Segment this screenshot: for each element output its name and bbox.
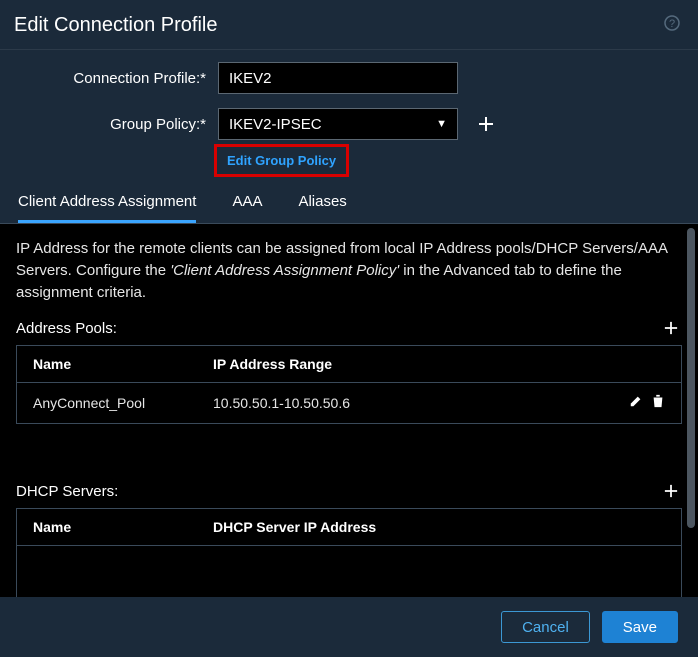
group-policy-row: Group Policy:* IKEV2-IPSEC ▼ [18,108,680,140]
dhcp-servers-table: Name DHCP Server IP Address [16,508,682,597]
connection-profile-input[interactable] [218,62,458,94]
pool-range: 10.50.50.1-10.50.50.6 [213,395,629,411]
svg-text:?: ? [669,18,675,30]
address-pools-label: Address Pools: [16,320,117,337]
dhcp-servers-label: DHCP Servers: [16,483,118,500]
desc-italic: 'Client Address Assignment Policy' [170,262,399,279]
table-row: AnyConnect_Pool 10.50.50.1-10.50.50.6 [17,383,681,423]
th-name: Name [17,346,197,382]
save-button[interactable]: Save [602,611,678,643]
tab-content: IP Address for the remote clients can be… [0,223,698,597]
add-dhcp-server-button[interactable] [660,480,682,502]
delete-icon[interactable] [651,394,665,412]
edit-group-policy-wrap: Edit Group Policy [18,144,680,177]
group-policy-select[interactable]: IKEV2-IPSEC ▼ [218,108,458,140]
th-dhcp-name: Name [17,509,197,545]
description-text: IP Address for the remote clients can be… [16,238,682,303]
group-policy-value: IKEV2-IPSEC [229,116,322,133]
pool-name: AnyConnect_Pool [33,395,213,411]
cancel-button[interactable]: Cancel [501,611,590,643]
tab-aliases[interactable]: Aliases [298,185,346,223]
dialog-header: Edit Connection Profile ? [0,0,698,50]
dialog-footer: Cancel Save [0,597,698,657]
dhcp-thead: Name DHCP Server IP Address [17,509,681,546]
address-pools-header: Address Pools: [16,317,682,339]
th-range: IP Address Range [197,346,681,382]
edit-connection-profile-dialog: Edit Connection Profile ? Connection Pro… [0,0,698,657]
tab-aaa[interactable]: AAA [232,185,262,223]
scrollbar[interactable] [687,228,695,528]
address-pools-thead: Name IP Address Range [17,346,681,383]
dialog-title: Edit Connection Profile [14,14,217,37]
address-pools-table: Name IP Address Range AnyConnect_Pool 10… [16,345,682,424]
add-address-pool-button[interactable] [660,317,682,339]
row-actions [629,394,665,412]
group-policy-label: Group Policy:* [18,116,218,133]
form-area: Connection Profile:* Group Policy:* IKEV… [0,50,698,179]
tab-bar: Client Address Assignment AAA Aliases [0,185,698,223]
th-dhcp-ip: DHCP Server IP Address [197,509,681,545]
tab-client-address-assignment[interactable]: Client Address Assignment [18,185,196,223]
connection-profile-row: Connection Profile:* [18,62,680,94]
help-icon[interactable]: ? [664,15,680,36]
add-group-policy-button[interactable] [474,112,498,136]
connection-profile-label: Connection Profile:* [18,70,218,87]
edit-group-policy-link[interactable]: Edit Group Policy [214,144,349,177]
dhcp-servers-header: DHCP Servers: [16,480,682,502]
chevron-down-icon: ▼ [436,118,447,130]
edit-icon[interactable] [629,394,643,412]
